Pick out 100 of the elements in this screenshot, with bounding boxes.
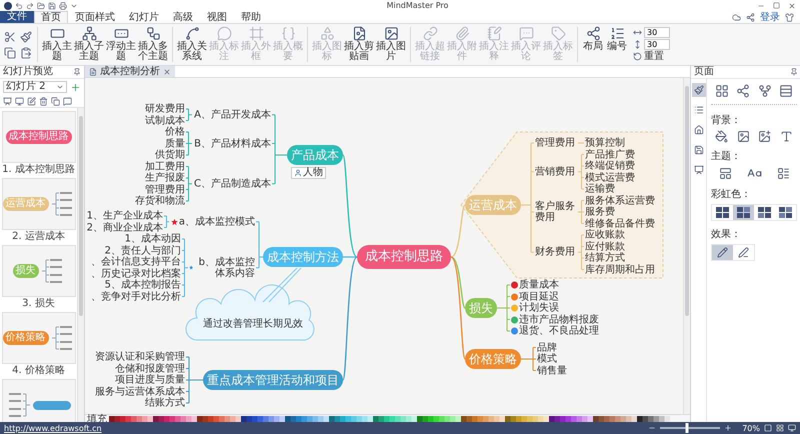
spacing-field[interactable]: 30 (644, 39, 670, 50)
slider-thumb[interactable] (686, 423, 689, 433)
trash-icon[interactable] (39, 96, 48, 106)
person-icon (294, 169, 302, 177)
login-link[interactable]: 登录 (760, 10, 780, 24)
subtopic-label: 2、商业企业成本 (86, 222, 163, 233)
fork-icon[interactable] (758, 84, 772, 98)
save-icon[interactable] (48, 2, 56, 10)
tag-text: 人物 (303, 168, 323, 178)
section-label: 效果： (711, 229, 742, 240)
redo-icon[interactable] (26, 2, 34, 10)
effect-option[interactable] (712, 245, 733, 260)
layout-list-icon[interactable] (776, 167, 790, 180)
undo-icon[interactable] (15, 2, 23, 10)
clipboard-icon[interactable] (20, 46, 32, 58)
connector-line (186, 166, 192, 202)
document-icon (89, 68, 97, 76)
ribbon-button[interactable]: 布局 (581, 24, 605, 65)
subtopic-label: 应付账款 (585, 241, 625, 252)
folder-icon[interactable] (37, 2, 45, 10)
layout-grid-icon[interactable] (714, 84, 729, 98)
image-icon[interactable] (736, 130, 750, 143)
presentation-icon (694, 165, 704, 175)
reset-button[interactable]: 重置 (633, 51, 670, 62)
monitor-icon[interactable] (15, 96, 24, 106)
paintbrush-icon (694, 85, 704, 95)
message-icon[interactable] (63, 96, 72, 106)
subtopic-label: 服务费 (585, 206, 615, 218)
topic-label: 违市产品物料报废 (519, 314, 599, 325)
scrollbar[interactable] (77, 108, 84, 422)
document-tab[interactable]: 成本控制分析 (85, 66, 175, 77)
cloud-icon[interactable] (732, 12, 741, 22)
layout-icon[interactable] (718, 167, 732, 180)
topic-label: 计划失误 (519, 302, 559, 314)
image-plus-icon[interactable] (758, 130, 772, 143)
website-link[interactable]: http://www.edrawsoft.cn (4, 424, 102, 432)
fit-page-icon[interactable] (764, 424, 772, 432)
pin-icon[interactable] (73, 68, 81, 76)
floppy-icon (694, 145, 704, 155)
copy-icon[interactable] (4, 46, 16, 58)
maximize-icon[interactable] (772, 2, 780, 9)
zoom-in-icon[interactable] (724, 424, 732, 432)
paintbrush-icon[interactable] (20, 30, 32, 42)
paint-bucket-icon[interactable] (715, 130, 728, 143)
slide-thumbnail[interactable] (2, 379, 76, 422)
grid-icon (737, 207, 750, 218)
close-icon[interactable] (163, 68, 171, 76)
scissors-icon[interactable] (4, 30, 16, 42)
subtopic-label: 结算方式 (585, 252, 625, 264)
topic-label: 退货、不良品处理 (519, 326, 599, 336)
topic-label: C、产品制造成本 (194, 178, 271, 190)
grid-icon (779, 207, 792, 218)
floating-box-icon (114, 26, 128, 41)
app-logo-icon[interactable] (4, 2, 12, 10)
slide-topic: 运营成本 (2, 197, 48, 211)
window-title: MindMaster Pro (386, 1, 448, 10)
monitor-icon[interactable] (788, 424, 796, 432)
ribbon-button[interactable]: 浮动主题 (105, 24, 137, 65)
topic-label: 项目进度与质量 (115, 374, 185, 386)
ribbon-button[interactable]: 插入子主题 (73, 24, 105, 65)
rows-icon[interactable] (779, 84, 794, 98)
connector-line (186, 132, 192, 156)
caret-icon (56, 83, 64, 91)
subtopic-label: 加工费用 (145, 161, 185, 172)
shirt-icon[interactable] (785, 12, 794, 22)
ribbon-button[interactable]: 插入主题 (41, 24, 73, 65)
section-label: 主题： (711, 151, 742, 162)
grid-view-icon[interactable] (776, 424, 784, 432)
copy-icon[interactable] (51, 96, 60, 106)
side-tab[interactable] (692, 83, 706, 97)
scrollbar[interactable] (683, 78, 690, 414)
rainbow-option[interactable] (733, 205, 754, 220)
menu-tab[interactable]: 首页 (34, 11, 68, 23)
ribbon-button[interactable]: 插入图片 (375, 24, 407, 65)
vertical-arrows-icon (633, 40, 642, 49)
ribbon-button[interactable]: 插入多个主题 (137, 24, 169, 65)
side-tab[interactable] (692, 163, 706, 177)
ribbon-button[interactable]: 插入关系线 (176, 24, 208, 65)
connector-line (164, 216, 170, 228)
subtopic-label: 、竞争对手对比分析 (91, 291, 181, 302)
close-icon[interactable] (788, 2, 796, 10)
share-icon[interactable] (746, 12, 755, 22)
presentation-icon[interactable] (3, 96, 12, 106)
notebook-icon (486, 26, 502, 41)
pin-icon[interactable] (790, 68, 798, 76)
edit-icon[interactable] (27, 96, 36, 106)
topic-label: 服务与运营体系成本 (95, 386, 185, 397)
slide-select[interactable]: 幻灯片 2 (3, 81, 67, 93)
file-menu[interactable]: 文件 (0, 11, 34, 23)
letter-icon[interactable] (780, 130, 793, 143)
ribbon-button[interactable]: 插入剪贴画 (343, 24, 375, 65)
spacing-field[interactable]: 30 (644, 27, 670, 38)
subtopic-label: 研发费用 (145, 104, 185, 114)
printer-icon[interactable] (59, 2, 67, 10)
ribbon-button[interactable]: 编号 (605, 24, 629, 65)
horizontal-arrows-icon (633, 28, 642, 37)
nodes-icon[interactable] (736, 84, 750, 98)
topic-label: 结账方式 (145, 398, 185, 408)
subtopic-label: 生产报废 (145, 172, 185, 184)
subtopic-label: 、会计信息支持平台 (91, 256, 181, 268)
